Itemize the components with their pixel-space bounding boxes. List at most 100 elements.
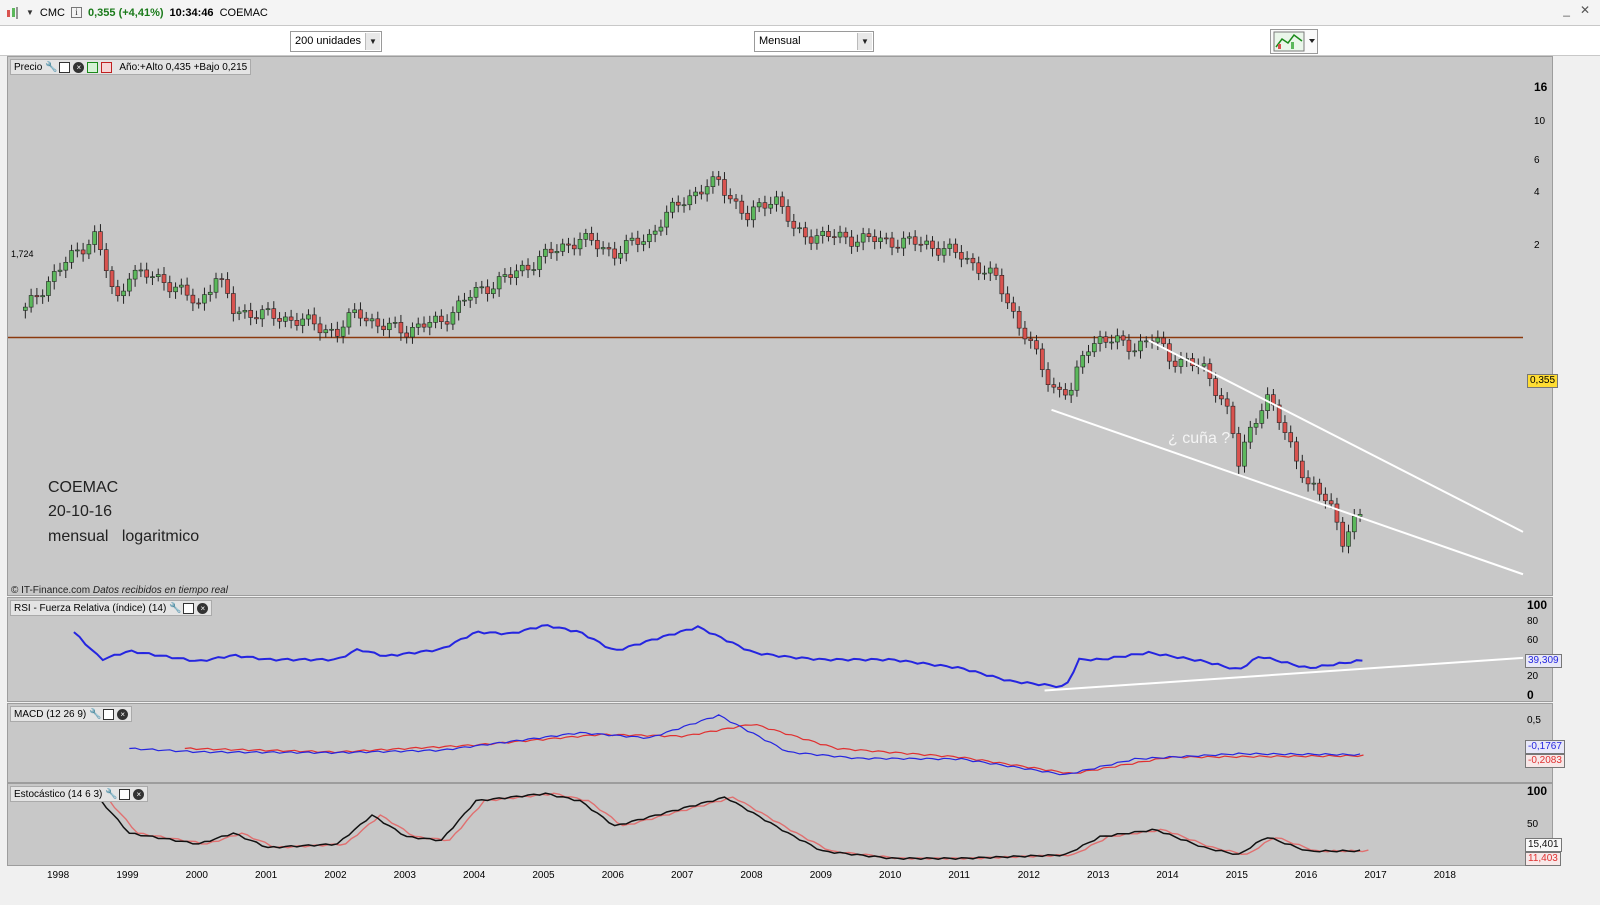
candle-body <box>901 237 906 249</box>
data-credit: © IT-Finance.com Datos recibidos en tiem… <box>11 585 228 596</box>
candle-body <box>982 272 987 275</box>
wrench-icon[interactable]: 🔧 <box>45 62 57 73</box>
window-icon[interactable] <box>103 708 115 720</box>
candle-body <box>953 243 958 253</box>
macd-signal-line <box>184 723 1364 774</box>
minimize-button[interactable]: _ <box>1563 3 1570 17</box>
stoch-tick-50: 50 <box>1527 819 1539 830</box>
macd-last-tag: -0,1767 <box>1525 740 1565 754</box>
candle-body <box>831 236 837 238</box>
close-icon[interactable]: × <box>197 602 209 614</box>
macd-chart[interactable] <box>8 704 1554 784</box>
candle-body <box>866 233 872 237</box>
close-icon[interactable]: × <box>73 61 85 73</box>
candle-body <box>254 317 259 320</box>
candle-body <box>1132 350 1138 353</box>
candle-body <box>681 204 687 207</box>
info-icon[interactable]: i <box>70 7 82 18</box>
instrument-name: COEMAC <box>219 6 268 19</box>
candle-body <box>970 257 976 264</box>
candle-body <box>40 295 45 298</box>
wrench-icon[interactable]: 🔧 <box>89 709 101 720</box>
wrench-icon[interactable]: 🔧 <box>169 603 181 614</box>
candle-body <box>1097 336 1103 344</box>
year-high-low: Año:+Alto 0,435 +Bajo 0,215 <box>119 61 248 73</box>
chart-type-button[interactable] <box>1270 29 1318 54</box>
timeframe-select[interactable]: Mensual ▼ <box>754 31 874 52</box>
rsi-panel[interactable]: RSI - Fuerza Relativa (índice) (14) 🔧 × … <box>7 597 1562 703</box>
candle-body <box>606 247 612 250</box>
close-button[interactable]: ✕ <box>1580 3 1590 17</box>
rsi-line <box>73 624 1363 689</box>
candlestick-icon[interactable] <box>6 6 20 20</box>
rsi-chart[interactable] <box>8 598 1554 703</box>
window-icon[interactable] <box>59 61 71 73</box>
candle-body <box>612 248 617 259</box>
stochastic-panel[interactable]: Estocástico (14 6 3) 🔧 × 100 50 15,401 1… <box>7 783 1562 867</box>
price-chart[interactable] <box>8 57 1554 597</box>
candle-body <box>109 270 115 287</box>
x-tick-year: 2004 <box>463 870 486 881</box>
period-count-select[interactable]: 200 unidades ▼ <box>290 31 382 52</box>
close-icon[interactable]: × <box>133 788 145 800</box>
candle-body <box>785 206 791 222</box>
rsi-tick-80: 80 <box>1527 616 1539 627</box>
candle-body <box>369 318 375 322</box>
candle-body <box>1045 369 1051 385</box>
candle-body <box>779 196 785 207</box>
candle-body <box>1219 395 1224 400</box>
candle-body <box>69 250 74 263</box>
candle-body <box>144 269 149 278</box>
remove-icon[interactable] <box>101 61 113 73</box>
status-strip <box>0 886 1600 905</box>
macd-panel[interactable]: MACD (12 26 9) 🔧 × 0,5 0 -0,1767 -0,2083 <box>7 703 1565 784</box>
candle-body <box>283 316 288 322</box>
candle-body <box>803 227 808 238</box>
candle-body <box>427 322 433 328</box>
candle-body <box>404 332 409 338</box>
x-tick-year: 2002 <box>324 870 347 881</box>
note-line-3: mensual logaritmico <box>48 528 200 545</box>
candle-body <box>675 201 681 206</box>
window-icon[interactable] <box>183 602 195 614</box>
y-tick-2: 2 <box>1534 240 1540 251</box>
candle-body <box>774 196 779 205</box>
export-icon[interactable] <box>87 61 99 73</box>
candle-body <box>1034 340 1039 350</box>
candle-body <box>196 302 201 305</box>
candle-body <box>277 318 282 322</box>
candle-body <box>704 186 710 195</box>
candle-body <box>837 231 843 238</box>
close-icon[interactable]: × <box>117 708 129 720</box>
candle-body <box>1201 363 1207 367</box>
candle-body <box>1294 441 1299 462</box>
chevron-down-icon[interactable]: ▼ <box>857 33 872 50</box>
y-tick-4: 4 <box>1534 187 1540 198</box>
candle-body <box>1005 293 1010 304</box>
candle-body <box>311 314 317 325</box>
candle-body <box>537 256 542 270</box>
candle-body <box>664 211 669 228</box>
candle-body <box>889 237 895 248</box>
x-tick-year: 2008 <box>740 870 763 881</box>
candle-body <box>808 236 814 244</box>
x-tick-year: 2001 <box>255 870 278 881</box>
rsi-last-tag: 39,309 <box>1525 654 1562 668</box>
stochastic-chart[interactable] <box>8 784 1554 867</box>
window-icon[interactable] <box>119 788 131 800</box>
macd-panel-header: MACD (12 26 9) 🔧 × <box>10 706 133 722</box>
chevron-down-icon[interactable]: ▼ <box>365 33 380 50</box>
candle-body <box>132 269 138 280</box>
wedge-annotation: ¿ cuña ? <box>1168 430 1231 447</box>
price-panel[interactable]: Precio 🔧 × Año:+Alto 0,435 +Bajo 0,215 1… <box>7 56 1559 597</box>
chevron-down-icon[interactable]: ▼ <box>26 8 34 17</box>
candle-body <box>1242 441 1247 467</box>
wrench-icon[interactable]: 🔧 <box>105 789 117 800</box>
x-tick-year: 2013 <box>1087 870 1110 881</box>
candle-body <box>722 179 727 196</box>
y-tick-16: 16 <box>1534 80 1548 94</box>
candle-body <box>1328 500 1334 505</box>
price-panel-title: Precio <box>14 61 43 73</box>
candle-body <box>381 325 386 331</box>
x-tick-year: 2006 <box>601 870 624 881</box>
